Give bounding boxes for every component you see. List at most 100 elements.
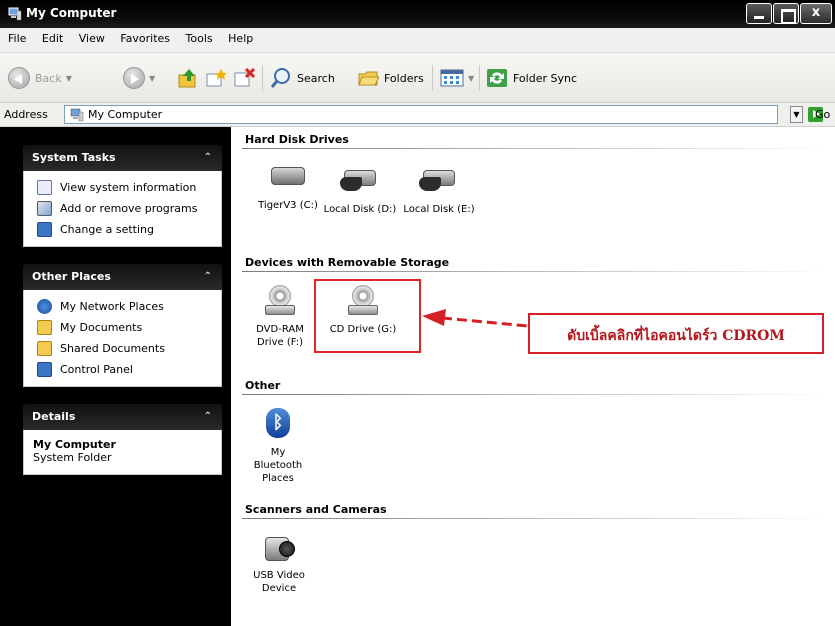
collapse-chevron-icon[interactable]: ⌃ [204, 264, 212, 290]
views-icon [440, 69, 464, 87]
task-change-setting[interactable]: Change a setting [37, 219, 215, 240]
group-divider [242, 518, 832, 519]
folders-label: Folders [384, 71, 424, 85]
collapse-chevron-icon[interactable]: ⌃ [204, 145, 212, 171]
menu-bar: File Edit View Favorites Tools Help [0, 28, 835, 53]
title-bar[interactable]: My Computer x [0, 0, 835, 28]
menu-view[interactable]: View [79, 28, 105, 50]
toolbar-separator [479, 65, 480, 91]
place-label: Control Panel [60, 363, 133, 376]
cd-drive-highlight [314, 279, 421, 353]
system-tasks-panel: System Tasks ⌃ View system information A… [23, 145, 222, 247]
other-places-panel: Other Places ⌃ My Network Places My Docu… [23, 264, 222, 387]
system-info-icon [37, 180, 52, 195]
go-button[interactable]: Go [815, 108, 830, 121]
place-control-panel[interactable]: Control Panel [37, 359, 215, 380]
toolbar-separator [262, 65, 263, 91]
folder-sync-button[interactable]: Folder Sync [486, 65, 577, 91]
annotation-callout: ดับเบิ้ลคลิกที่ไอคอนไดร์ว CDROM [528, 313, 824, 354]
drive-label: Local Disk (D:) [323, 204, 397, 215]
content-pane: Hard Disk Drives TigerV3 (C:) Local Disk… [231, 127, 835, 626]
views-dropdown-icon[interactable]: ▼ [468, 74, 474, 83]
forward-button[interactable]: ▼ [123, 65, 155, 91]
menu-tools[interactable]: Tools [186, 28, 213, 50]
item-label-line2: Device [261, 583, 297, 594]
my-computer-icon [70, 108, 84, 122]
address-bar: Address My Computer ▼ [0, 103, 835, 127]
control-panel-icon [37, 362, 52, 377]
menu-favorites[interactable]: Favorites [120, 28, 170, 50]
minimize-button[interactable] [746, 3, 772, 24]
group-title-other: Other [245, 379, 281, 392]
my-computer-icon [8, 7, 22, 21]
back-button[interactable]: Back ▼ [8, 65, 72, 91]
place-label: My Documents [60, 321, 143, 334]
control-panel-icon [37, 222, 52, 237]
place-label: My Network Places [60, 300, 164, 313]
drive-d[interactable]: Local Disk (D:) [322, 167, 398, 216]
place-my-documents[interactable]: My Documents [37, 317, 215, 338]
new-folder-icon[interactable] [205, 67, 227, 89]
hard-disk-icon [271, 167, 305, 185]
webcam-icon [263, 533, 295, 565]
drive-e[interactable]: Local Disk (E:) [400, 167, 478, 216]
item-label-line1: USB Video [253, 570, 305, 581]
toolbar-separator [432, 65, 433, 91]
other-places-header[interactable]: Other Places ⌃ [23, 264, 222, 290]
annotation-text: ดับเบิ้ลคลิกที่ไอคอนไดร์ว CDROM [567, 328, 785, 344]
drive-f[interactable]: DVD-RAM Drive (F:) [249, 285, 311, 349]
network-places-icon [37, 299, 52, 314]
place-shared-documents[interactable]: Shared Documents [37, 338, 215, 359]
annotation-arrow [422, 309, 529, 328]
menu-file[interactable]: File [8, 28, 26, 50]
window-title: My Computer [26, 6, 117, 20]
maximize-button[interactable] [773, 3, 799, 24]
usb-video-device[interactable]: USB Video Device [249, 533, 309, 595]
dvd-drive-icon [265, 285, 295, 319]
menu-edit[interactable]: Edit [42, 28, 63, 50]
close-button[interactable]: x [800, 3, 832, 24]
shared-hard-disk-icon [340, 167, 378, 193]
details-name: My Computer [33, 438, 116, 451]
bluetooth-places[interactable]: ᛒ My Bluetooth Places [245, 408, 311, 485]
close-icon: x [811, 5, 821, 20]
details-panel: Details ⌃ My Computer System Folder [23, 404, 222, 475]
search-label: Search [297, 71, 335, 85]
my-computer-window: My Computer x File Edit View Favorites T… [0, 0, 835, 626]
folder-sync-icon [487, 69, 507, 87]
views-button[interactable]: ▼ [440, 65, 474, 91]
address-dropdown-icon[interactable]: ▼ [790, 106, 803, 123]
up-folder-icon[interactable] [177, 67, 199, 89]
collapse-chevron-icon[interactable]: ⌃ [204, 404, 212, 430]
back-dropdown-icon[interactable]: ▼ [66, 74, 72, 83]
details-title: Details [32, 410, 76, 423]
place-my-network-places[interactable]: My Network Places [37, 296, 215, 317]
task-add-remove-programs[interactable]: Add or remove programs [37, 198, 215, 219]
bluetooth-icon: ᛒ [266, 408, 290, 438]
menu-help[interactable]: Help [228, 28, 253, 50]
delete-icon[interactable] [233, 67, 255, 89]
search-button[interactable]: Search [270, 65, 335, 91]
system-tasks-title: System Tasks [32, 151, 116, 164]
system-tasks-header[interactable]: System Tasks ⌃ [23, 145, 222, 171]
group-title-scanners-cameras: Scanners and Cameras [245, 503, 387, 516]
drive-c[interactable]: TigerV3 (C:) [251, 167, 325, 212]
group-divider [242, 148, 832, 149]
documents-folder-icon [37, 320, 52, 335]
folders-icon [358, 71, 379, 86]
place-label: Shared Documents [60, 342, 165, 355]
address-input[interactable]: My Computer [64, 105, 778, 124]
forward-dropdown-icon[interactable]: ▼ [149, 74, 155, 83]
drive-label-line2: Drive (F:) [257, 337, 303, 348]
item-label-line1: My Bluetooth [253, 447, 303, 471]
group-title-removable-storage: Devices with Removable Storage [245, 256, 450, 269]
add-remove-programs-icon [37, 201, 52, 216]
folders-button[interactable]: Folders [357, 65, 424, 91]
drive-label: Local Disk (E:) [403, 204, 475, 215]
task-view-system-information[interactable]: View system information [37, 177, 215, 198]
details-type: System Folder [33, 451, 112, 464]
shared-folder-icon [37, 341, 52, 356]
search-icon [270, 68, 290, 88]
details-header[interactable]: Details ⌃ [23, 404, 222, 430]
forward-arrow-icon [123, 67, 145, 89]
